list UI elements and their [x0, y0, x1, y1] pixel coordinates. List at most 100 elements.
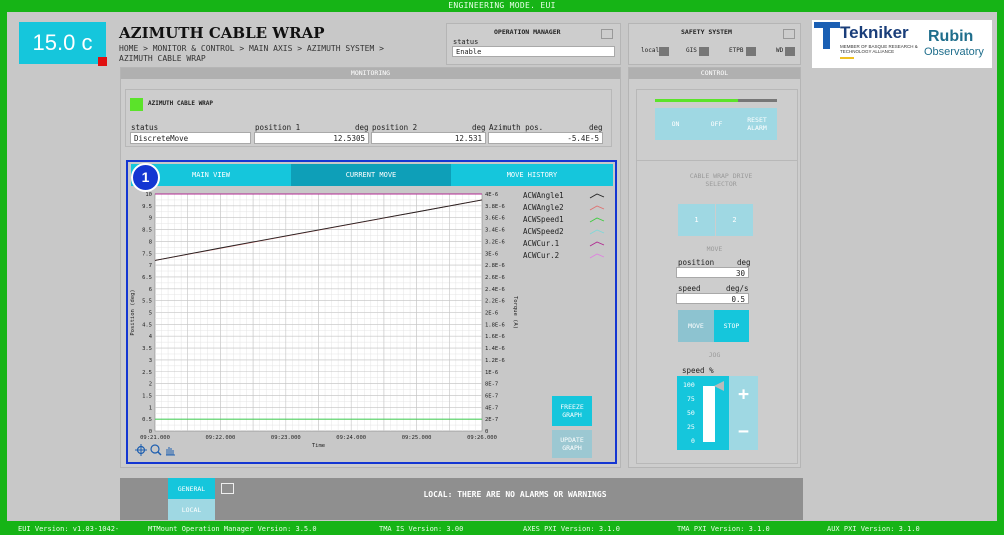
chart-legend: ACWAngle1 ACWAngle2 ACWSpeed1 ACWSpeed2 … — [518, 188, 610, 268]
tma-is-version: TMA IS Version: 3.00 — [379, 525, 464, 533]
legend-label: ACWCur.2 — [523, 251, 560, 260]
power-bar-fill — [655, 99, 738, 102]
alarm-message: LOCAL: THERE ARE NO ALARMS OR WARNINGS — [423, 490, 607, 499]
position2-label: position 2 — [372, 123, 418, 132]
y2-axis-label: Torque (A) — [512, 296, 518, 329]
jog-slider-thumb[interactable] — [714, 381, 724, 391]
y-tick-label: 1 — [149, 405, 152, 411]
update-graph-button[interactable]: UPDATE GRAPH — [552, 430, 592, 458]
jog-speed-slider[interactable]: 100 75 50 25 0 — [677, 376, 729, 450]
eui-version: EUI Version: v1.03-1042- — [18, 525, 120, 533]
status-label: status — [131, 123, 159, 132]
safety-local-led — [659, 47, 669, 56]
pan-hand-icon[interactable] — [166, 447, 175, 456]
position-torque-chart[interactable]: 00.511.522.533.544.555.566.577.588.599.5… — [128, 188, 518, 454]
y2-tick-label: 3E-6 — [485, 251, 498, 257]
jog-tick-label: 50 — [687, 409, 695, 417]
jog-plus-button[interactable]: + — [729, 376, 758, 413]
breadcrumb[interactable]: HOME > MONITOR & CONTROL > MAIN AXIS > A… — [119, 44, 419, 64]
aux-pxi-version: AUX PXI Version: 3.1.0 — [827, 525, 920, 533]
y-tick-label: 3.5 — [142, 346, 152, 352]
tma-pxi-version: TMA PXI Version: 3.1.0 — [677, 525, 770, 533]
freeze-graph-button[interactable]: FREEZE GRAPH — [552, 396, 592, 426]
move-button[interactable]: MOVE — [678, 310, 714, 342]
x-tick-label: 09:24.000 — [336, 435, 366, 441]
y-axis-label: Position (deg) — [130, 289, 136, 335]
y2-tick-label: 2E-7 — [485, 417, 498, 423]
y-tick-label: 5 — [149, 311, 152, 317]
operation-manager-version: MTMount Operation Manager Version: 3.5.0 — [148, 525, 317, 533]
tab-local[interactable]: LOCAL — [168, 499, 215, 520]
monitoring-header: MONITORING — [121, 68, 620, 79]
move-position-label: position — [678, 258, 715, 267]
y-tick-label: 4 — [149, 334, 153, 340]
x-tick-label: 09:25.000 — [402, 435, 432, 441]
position2-value: 12.531 — [371, 132, 486, 144]
y-tick-label: 4.5 — [142, 322, 152, 328]
tab-current-move[interactable]: CURRENT MOVE — [291, 164, 451, 186]
drive-2-button[interactable]: 2 — [716, 204, 753, 236]
reset-alarm-button[interactable]: RESET ALARM — [737, 108, 777, 140]
temperature-display: 15.0 c — [19, 22, 106, 64]
safety-local-label: local — [641, 47, 660, 54]
stop-button[interactable]: STOP — [714, 310, 749, 342]
page-title: AZIMUTH CABLE WRAP — [119, 24, 325, 42]
y-tick-label: 2.5 — [142, 370, 152, 376]
open-window-icon[interactable] — [601, 29, 613, 39]
jog-slider-track — [703, 386, 715, 442]
control-header: CONTROL — [629, 68, 800, 79]
off-button[interactable]: OFF — [696, 108, 737, 140]
jog-tick-label: 0 — [691, 437, 695, 445]
y2-tick-label: 4E-6 — [485, 192, 498, 198]
jog-slider-fill — [703, 386, 715, 442]
position1-unit: deg — [355, 123, 369, 132]
legend-swatch — [589, 193, 605, 199]
safety-etpb-led — [746, 47, 756, 56]
rubin-logo-subtitle: Observatory — [924, 46, 984, 58]
legend-label: ACWSpeed1 — [523, 215, 564, 224]
y2-tick-label: 2.8E-6 — [485, 263, 505, 269]
safety-system-title: SAFETY SYSTEM — [681, 28, 732, 36]
y2-tick-label: 1.4E-6 — [485, 346, 505, 352]
on-button[interactable]: ON — [655, 108, 696, 140]
move-position-input[interactable]: 30 — [676, 267, 749, 278]
tekniker-logo-subtitle: MEMBER OF BASQUE RESEARCH & TECHNOLOGY A… — [840, 44, 918, 54]
tab-move-history[interactable]: MOVE HISTORY — [451, 164, 613, 186]
y-tick-label: 9.5 — [142, 204, 152, 210]
y-tick-label: 6.5 — [142, 275, 152, 281]
position1-value: 12.5305 — [254, 132, 369, 144]
tekniker-logo-icon — [814, 22, 840, 49]
legend-swatch — [589, 229, 605, 235]
rubin-logo-text: Rubin — [928, 28, 974, 45]
drive-1-button[interactable]: 1 — [678, 204, 715, 236]
move-speed-input[interactable]: 0.5 — [676, 293, 749, 304]
legend-label: ACWSpeed2 — [523, 227, 564, 236]
move-speed-unit: deg/s — [726, 284, 749, 293]
operation-status-value: Enable — [452, 46, 615, 57]
jog-tick-label: 100 — [683, 381, 695, 389]
y2-tick-label: 3.8E-6 — [485, 204, 505, 210]
tekniker-logo-text: Tekniker — [840, 23, 909, 42]
azimuth-pos-label: Azimuth pos. — [489, 123, 544, 132]
version-status-bar: EUI Version: v1.03-1042- MTMount Operati… — [0, 523, 1004, 535]
position1-label: position 1 — [255, 123, 301, 132]
y2-tick-label: 1.6E-6 — [485, 334, 505, 340]
y-tick-label: 7.5 — [142, 251, 152, 257]
open-window-icon[interactable] — [221, 483, 234, 494]
zoom-icon[interactable] — [150, 444, 162, 456]
tekniker-logo-bar — [840, 57, 854, 59]
open-window-icon[interactable] — [783, 29, 795, 39]
drive-selector-title: CABLE WRAP DRIVE SELECTOR — [689, 172, 753, 188]
safety-wd-label: WD — [776, 47, 784, 54]
crosshair-icon[interactable] — [135, 444, 147, 456]
x-axis-label: Time — [312, 443, 325, 449]
safety-etpb-label: ETPB — [729, 47, 744, 54]
y2-tick-label: 8E-7 — [485, 382, 498, 388]
y2-tick-label: 3.6E-6 — [485, 216, 505, 222]
move-title: MOVE — [706, 245, 723, 253]
legend-swatch — [589, 217, 605, 223]
jog-minus-button[interactable]: − — [729, 413, 758, 450]
temperature-alert-indicator — [98, 57, 107, 66]
tab-general[interactable]: GENERAL — [168, 478, 215, 499]
device-status-indicator — [130, 98, 143, 111]
